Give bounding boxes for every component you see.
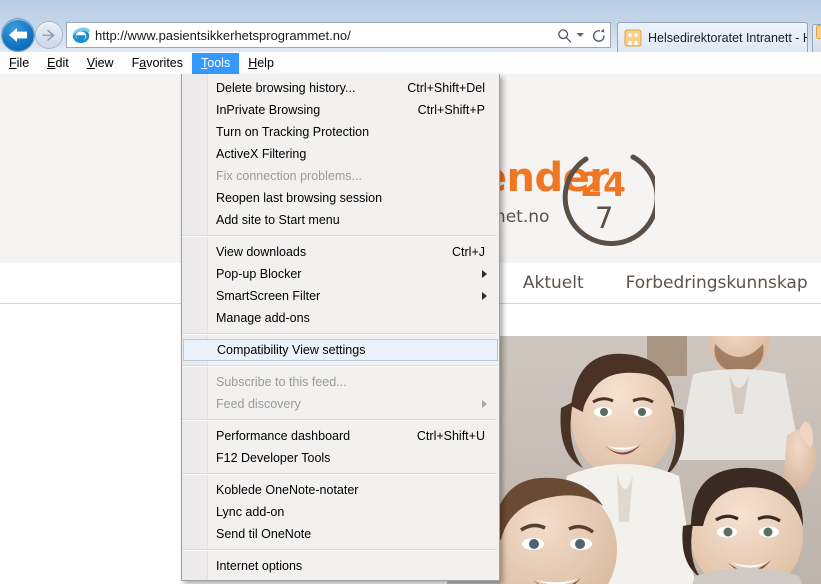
logo-badge-7: 7 xyxy=(595,201,614,235)
menu-file[interactable]: File xyxy=(0,53,38,74)
browser-tab-1-title: Helsedirektoratet Intranett - H... xyxy=(648,30,807,45)
menu-help[interactable]: Help xyxy=(239,53,283,74)
url-text[interactable]: http://www.pasientsikkerhetsprogrammet.n… xyxy=(91,28,554,43)
menu-item-label: ActiveX Filtering xyxy=(216,147,307,161)
menu-separator xyxy=(182,549,497,551)
refresh-icon[interactable] xyxy=(588,23,610,47)
menu-item-delete-browsing-history[interactable]: Delete browsing history... Ctrl+Shift+Del xyxy=(182,77,499,99)
menu-item-label: F12 Developer Tools xyxy=(216,451,331,465)
menu-item-koblede-onenote-notater[interactable]: Koblede OneNote-notater xyxy=(182,479,499,501)
browser-tab-2[interactable] xyxy=(812,24,821,52)
menu-item-shortcut: Ctrl+Shift+U xyxy=(416,429,485,443)
menu-item-fix-connection-problems: Fix connection problems... xyxy=(182,165,499,187)
menu-item-label: Reopen last browsing session xyxy=(216,191,383,205)
menu-item-label: Compatibility View settings xyxy=(217,343,366,357)
menu-item-label: Turn on Tracking Protection xyxy=(216,125,370,139)
menu-separator xyxy=(182,235,497,237)
browser-chrome: http://www.pasientsikkerhetsprogrammet.n… xyxy=(0,0,821,52)
menu-item-shortcut: Ctrl+Shift+P xyxy=(417,103,485,117)
menu-item-shortcut: Ctrl+J xyxy=(452,245,485,259)
hero-photo-image xyxy=(447,336,821,584)
menu-item-send-til-onenote[interactable]: Send til OneNote xyxy=(182,523,499,545)
menu-item-subscribe-to-this-feed: Subscribe to this feed... xyxy=(182,371,499,393)
menu-item-label: Lync add-on xyxy=(216,505,285,519)
menu-item-reopen-last-browsing-session[interactable]: Reopen last browsing session xyxy=(182,187,499,209)
chevron-right-icon xyxy=(482,270,487,278)
menu-item-label: InPrivate Browsing xyxy=(216,103,321,117)
forward-button[interactable] xyxy=(36,22,62,48)
menu-item-inprivate-browsing[interactable]: InPrivate Browsing Ctrl+Shift+P xyxy=(182,99,499,121)
menu-separator xyxy=(182,473,497,475)
menu-item-manage-add-ons[interactable]: Manage add-ons xyxy=(182,307,499,329)
menu-item-add-site-to-start-menu[interactable]: Add site to Start menu xyxy=(182,209,499,231)
menu-separator xyxy=(182,365,497,367)
site-nav-item-forbedringskunnskap[interactable]: Forbedringskunnskap xyxy=(626,273,808,293)
chevron-right-icon xyxy=(482,292,487,300)
back-arrow-icon xyxy=(9,28,27,42)
menu-view[interactable]: View xyxy=(78,53,123,74)
browser-tab-1[interactable]: Helsedirektoratet Intranett - H... xyxy=(617,22,808,52)
menu-favorites[interactable]: Favorites xyxy=(123,53,192,74)
menu-item-label: Fix connection problems... xyxy=(216,169,362,183)
menu-item-smartscreen-filter[interactable]: SmartScreen Filter xyxy=(182,285,499,307)
menu-item-internet-options[interactable]: Internet options xyxy=(182,555,499,577)
menu-item-label: Add site to Start menu xyxy=(216,213,340,227)
menu-item-label: View downloads xyxy=(216,245,307,259)
internet-explorer-icon xyxy=(71,25,91,45)
menu-item-performance-dashboard[interactable]: Performance dashboard Ctrl+Shift+U xyxy=(182,425,499,447)
search-icon[interactable] xyxy=(554,23,576,47)
page-icon xyxy=(624,29,642,47)
back-button[interactable] xyxy=(2,19,34,51)
menu-item-f12-developer-tools[interactable]: F12 Developer Tools xyxy=(182,447,499,469)
menu-item-lync-add-on[interactable]: Lync add-on xyxy=(182,501,499,523)
menu-bar: File Edit View Favorites Tools Help xyxy=(0,52,821,75)
page-icon xyxy=(816,25,821,43)
chevron-down-icon[interactable] xyxy=(576,23,588,47)
menu-item-label: Internet options xyxy=(216,559,303,573)
menu-separator xyxy=(182,419,497,421)
hero-photo xyxy=(447,336,821,584)
forward-arrow-icon xyxy=(42,28,56,42)
menu-separator xyxy=(182,333,497,335)
menu-item-label: Subscribe to this feed... xyxy=(216,375,347,389)
menu-item-label: Delete browsing history... xyxy=(216,81,356,95)
menu-item-label: Pop-up Blocker xyxy=(216,267,302,281)
menu-edit[interactable]: Edit xyxy=(38,53,78,74)
menu-item-view-downloads[interactable]: View downloads Ctrl+J xyxy=(182,241,499,263)
menu-item-shortcut: Ctrl+Shift+Del xyxy=(407,81,485,95)
address-bar[interactable]: http://www.pasientsikkerhetsprogrammet.n… xyxy=(66,22,611,48)
menu-item-feed-discovery: Feed discovery xyxy=(182,393,499,415)
logo-badge-24: 24 xyxy=(580,165,626,204)
menu-item-label: Performance dashboard xyxy=(216,429,351,443)
chevron-right-icon xyxy=(482,400,487,408)
menu-item-activex-filtering[interactable]: ActiveX Filtering xyxy=(182,143,499,165)
tools-dropdown-menu[interactable]: Delete browsing history... Ctrl+Shift+Del… xyxy=(181,74,500,581)
menu-item-label: Manage add-ons xyxy=(216,311,310,325)
menu-item-compatibility-view-settings[interactable]: Compatibility View settings xyxy=(183,339,498,361)
menu-item-turn-on-tracking-protection[interactable]: Turn on Tracking Protection xyxy=(182,121,499,143)
menu-item-pop-up-blocker[interactable]: Pop-up Blocker xyxy=(182,263,499,285)
menu-item-label: SmartScreen Filter xyxy=(216,289,321,303)
menu-item-label: Feed discovery xyxy=(216,397,301,411)
site-nav-item-aktuelt[interactable]: Aktuelt xyxy=(523,273,584,293)
menu-tools[interactable]: Tools xyxy=(192,52,240,74)
menu-item-label: Send til OneNote xyxy=(216,527,312,541)
menu-item-label: Koblede OneNote-notater xyxy=(216,483,359,497)
